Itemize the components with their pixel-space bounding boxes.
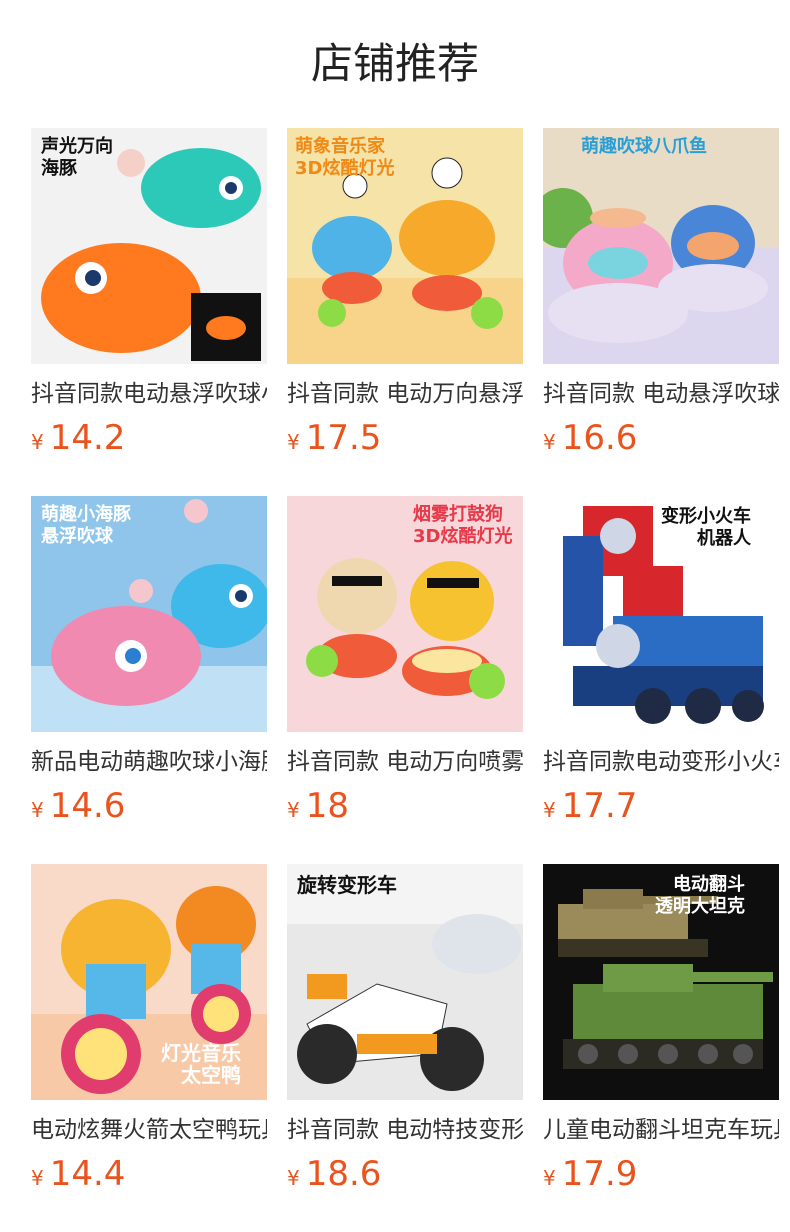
price: ¥14.4 [31,1156,267,1194]
product-name[interactable]: 抖音同款 电动特技变形摩托车 [287,1114,523,1146]
price: ¥17.7 [543,788,779,826]
price: ¥14.6 [31,788,267,826]
price-amount: 17.5 [305,418,382,458]
currency-symbol: ¥ [287,430,300,454]
store-recommend-page: 店铺推荐 声光万向 海豚 抖音同款电动悬浮吹球小海豚 ¥14.2 [0,0,790,1232]
product-card[interactable]: 旋转变形车 抖音同款 电动特技变形摩托车 ¥18.6 [287,864,523,1194]
currency-symbol: ¥ [287,798,300,822]
price: ¥18 [287,788,523,826]
product-name[interactable]: 抖音同款电动悬浮吹球小海豚 [31,378,267,410]
price: ¥16.6 [543,420,779,458]
product-card[interactable]: 烟雾打鼓狗 3D炫酷灯光 抖音同款 电动万向喷雾打鼓狗 ¥18 [287,496,523,826]
price-amount: 18.6 [305,1154,382,1194]
currency-symbol: ¥ [31,798,44,822]
price-amount: 14.6 [49,786,126,826]
product-card[interactable]: 萌趣吹球八爪鱼 抖音同款 电动悬浮吹球八爪鱼 ¥16.6 [543,128,779,458]
product-image[interactable]: 变形小火车 机器人 [543,496,779,732]
image-badge: 萌趣小海豚 悬浮吹球 [41,504,131,547]
product-card[interactable]: 声光万向 海豚 抖音同款电动悬浮吹球小海豚 ¥14.2 [31,128,267,458]
currency-symbol: ¥ [543,430,556,454]
image-badge: 电动翻斗 透明大坦克 [655,874,745,917]
product-name[interactable]: 抖音同款 电动悬浮吹球八爪鱼 [543,378,779,410]
currency-symbol: ¥ [31,430,44,454]
price: ¥14.2 [31,420,267,458]
product-image[interactable]: 声光万向 海豚 [31,128,267,364]
product-name[interactable]: 儿童电动翻斗坦克车玩具 [543,1114,779,1146]
image-badge: 旋转变形车 [297,873,397,897]
product-image[interactable]: 旋转变形车 [287,864,523,1100]
product-card[interactable]: 电动翻斗 透明大坦克 儿童电动翻斗坦克车玩具 ¥17.9 [543,864,779,1194]
motorcycle-toy-icon [287,864,523,1100]
image-badge: 灯光音乐 太空鸭 [161,1041,241,1087]
product-name[interactable]: 新品电动萌趣吹球小海豚 [31,746,267,778]
image-badge: 烟雾打鼓狗 3D炫酷灯光 [413,504,513,547]
product-name[interactable]: 抖音同款 电动万向喷雾打鼓狗 [287,746,523,778]
currency-symbol: ¥ [543,798,556,822]
image-badge: 萌象音乐家 3D炫酷灯光 [295,136,395,179]
image-badge: 萌趣吹球八爪鱼 [581,136,707,157]
octopus-toy-icon [543,128,779,364]
currency-symbol: ¥ [543,1166,556,1190]
product-image[interactable]: 电动翻斗 透明大坦克 [543,864,779,1100]
section-title: 店铺推荐 [310,39,479,88]
price: ¥17.5 [287,420,523,458]
product-image[interactable]: 灯光音乐 太空鸭 [31,864,267,1100]
product-image[interactable]: 烟雾打鼓狗 3D炫酷灯光 [287,496,523,732]
currency-symbol: ¥ [287,1166,300,1190]
product-image[interactable]: 萌趣小海豚 悬浮吹球 [31,496,267,732]
product-card[interactable]: 变形小火车 机器人 抖音同款电动变形小火车机器人 ¥17.7 [543,496,779,826]
price-amount: 17.9 [561,1154,638,1194]
image-badge: 变形小火车 机器人 [661,506,751,549]
product-card[interactable]: 萌趣小海豚 悬浮吹球 新品电动萌趣吹球小海豚 ¥14.6 [31,496,267,826]
price-amount: 14.2 [49,418,126,458]
price-amount: 16.6 [561,418,638,458]
currency-symbol: ¥ [31,1166,44,1190]
product-image[interactable]: 萌象音乐家 3D炫酷灯光 [287,128,523,364]
price: ¥17.9 [543,1156,779,1194]
price: ¥18.6 [287,1156,523,1194]
image-badge: 声光万向 海豚 [41,136,113,179]
product-image[interactable]: 萌趣吹球八爪鱼 [543,128,779,364]
price-amount: 17.7 [561,786,638,826]
product-card[interactable]: 萌象音乐家 3D炫酷灯光 抖音同款 电动万向悬浮吹球小象 ¥17.5 [287,128,523,458]
product-name[interactable]: 抖音同款电动变形小火车机器人 [543,746,779,778]
product-card[interactable]: 灯光音乐 太空鸭 电动炫舞火箭太空鸭玩具 ¥14.4 [31,864,267,1194]
product-name[interactable]: 电动炫舞火箭太空鸭玩具 [31,1114,267,1146]
price-amount: 14.4 [49,1154,126,1194]
product-name[interactable]: 抖音同款 电动万向悬浮吹球小象 [287,378,523,410]
price-amount: 18 [305,786,349,826]
